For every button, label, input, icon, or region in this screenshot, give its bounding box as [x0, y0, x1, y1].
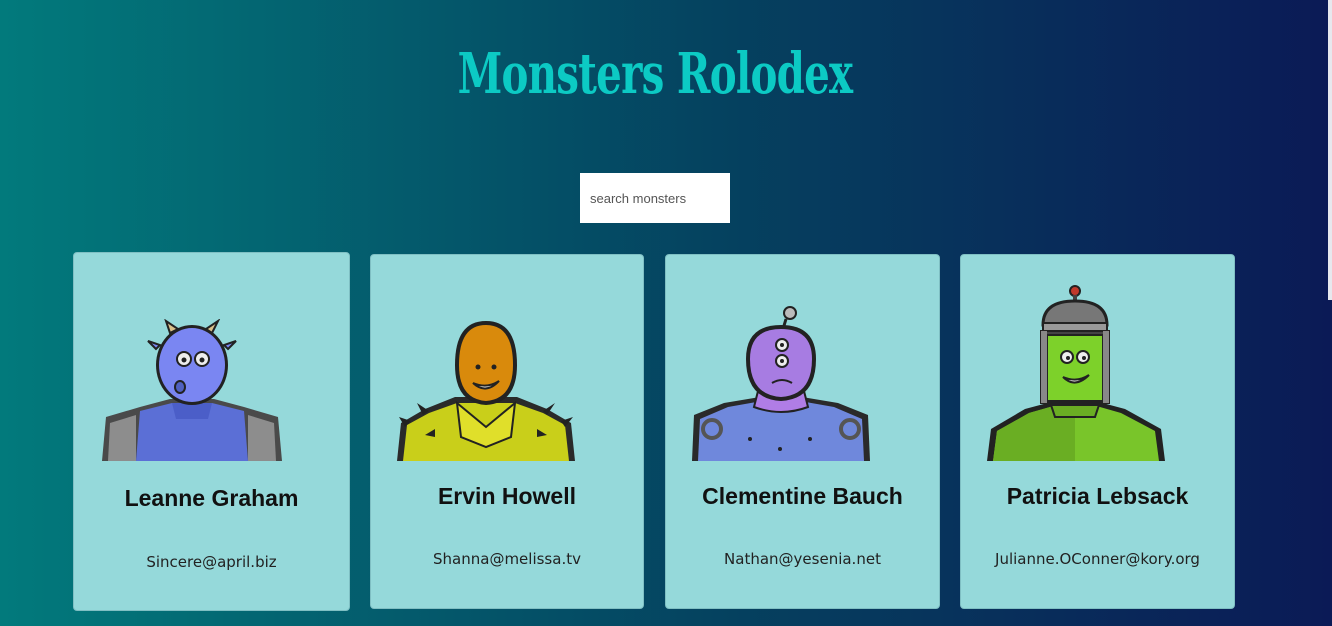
monster-card[interactable]: Clementine Bauch Nathan@yesenia.net [665, 254, 940, 609]
scrollbar[interactable] [1328, 0, 1332, 300]
monster-name: Ervin Howell [437, 483, 577, 509]
monster-email: Julianne.OConner@kory.org [995, 550, 1200, 568]
monster-email: Sincere@april.biz [146, 553, 277, 571]
monster-email: Nathan@yesenia.net [724, 550, 881, 568]
monster-email: Shanna@melissa.tv [433, 550, 581, 568]
page-title: Monsters Rolodex [457, 41, 853, 107]
orange-spiky-monster-avatar [397, 321, 575, 461]
monster-name: Clementine Bauch [702, 483, 903, 509]
blue-horned-monster-avatar [102, 319, 282, 461]
search-input[interactable] [580, 173, 730, 223]
monster-name: Patricia Lebsack [1006, 483, 1189, 509]
monster-card[interactable]: Leanne Graham Sincere@april.biz [73, 252, 350, 611]
green-helmet-monster-avatar [987, 285, 1165, 461]
purple-cyclops-robot-monster-avatar [692, 306, 870, 461]
monster-card[interactable]: Patricia Lebsack Julianne.OConner@kory.o… [960, 254, 1235, 609]
monster-card[interactable]: Ervin Howell Shanna@melissa.tv [370, 254, 644, 609]
monster-name: Leanne Graham [124, 485, 299, 511]
